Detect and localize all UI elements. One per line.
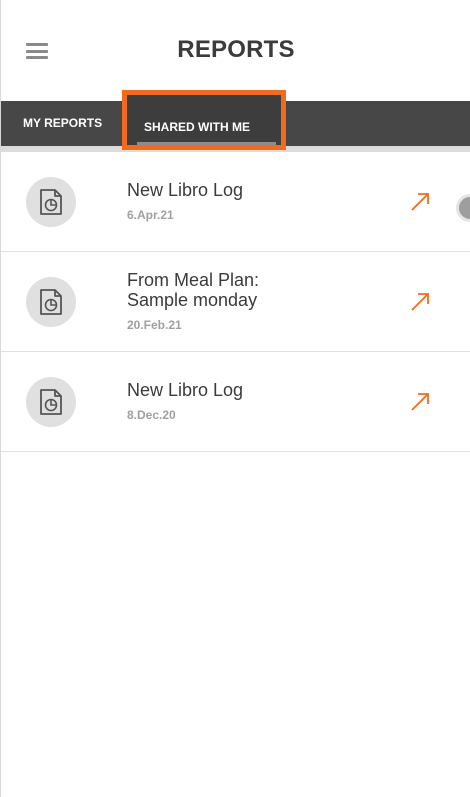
report-title: New Libro Log xyxy=(127,380,244,400)
report-date: 6.Apr.21 xyxy=(127,208,174,222)
open-arrow-icon[interactable] xyxy=(409,391,431,413)
report-chart-icon xyxy=(26,377,76,427)
list-item[interactable]: From Meal Plan: Sample monday 20.Feb.21 xyxy=(1,252,470,352)
app-header: REPORTS xyxy=(1,0,470,100)
report-chart-icon xyxy=(26,277,76,327)
list-item[interactable]: New Libro Log 8.Dec.20 xyxy=(1,352,470,452)
open-arrow-icon[interactable] xyxy=(409,291,431,313)
report-title: New Libro Log xyxy=(127,180,244,200)
list-item[interactable]: New Libro Log 6.Apr.21 xyxy=(1,152,470,252)
tab-my-reports[interactable]: MY REPORTS xyxy=(23,101,102,146)
toggle-switch[interactable] xyxy=(456,194,470,222)
report-date: 8.Dec.20 xyxy=(127,408,176,422)
tab-shared-with-me[interactable]: SHARED WITH ME xyxy=(122,90,286,150)
active-tab-indicator xyxy=(137,142,276,145)
tab-bar: MY REPORTS SHARED WITH ME xyxy=(1,90,470,152)
page-title: REPORTS xyxy=(177,36,295,63)
tab-shared-with-me-label: SHARED WITH ME xyxy=(144,120,250,134)
report-chart-icon xyxy=(26,177,76,227)
report-date: 20.Feb.21 xyxy=(127,318,182,332)
open-arrow-icon[interactable] xyxy=(409,191,431,213)
report-title: From Meal Plan: Sample monday xyxy=(127,270,260,310)
shared-reports-list: New Libro Log 6.Apr.21 From Meal Plan: S… xyxy=(1,152,470,452)
